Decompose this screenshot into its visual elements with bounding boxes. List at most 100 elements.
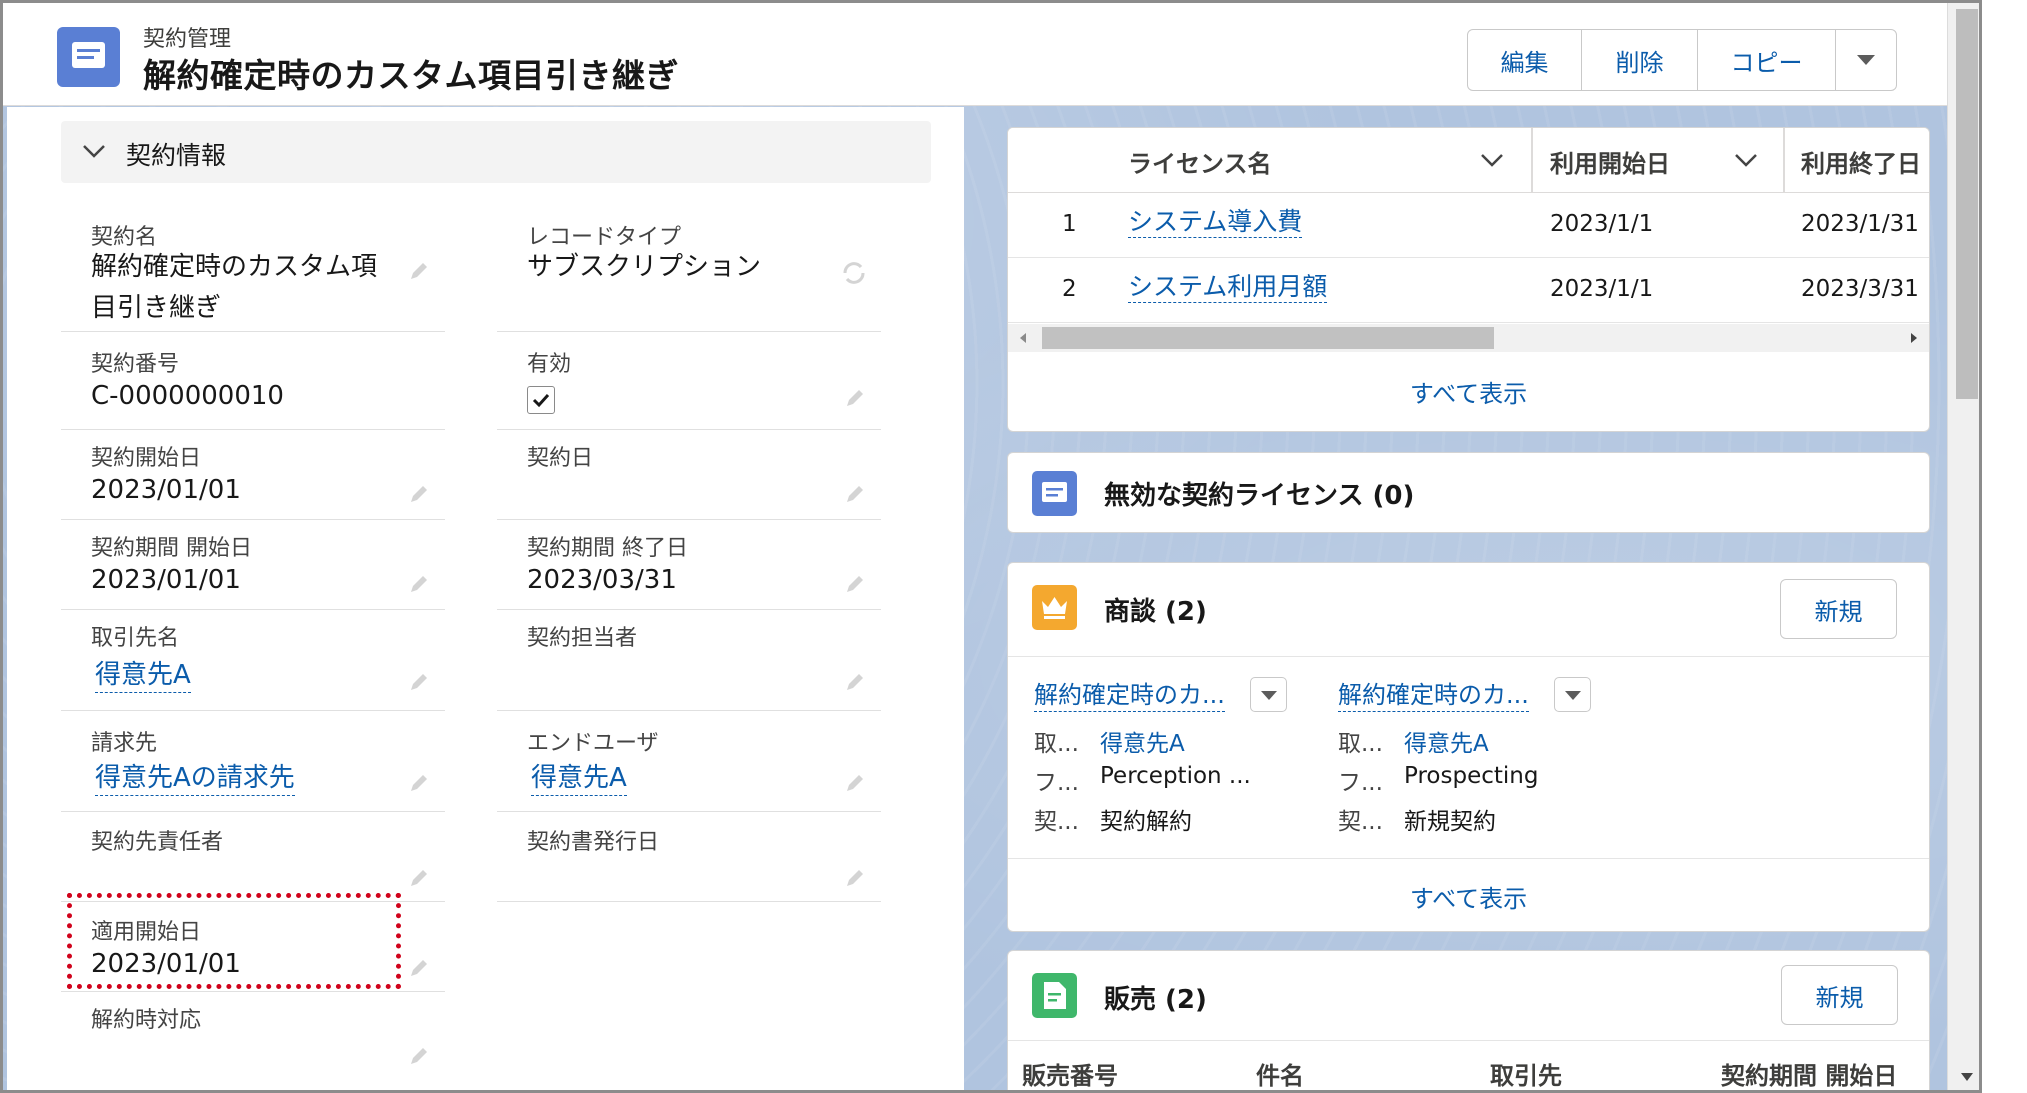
section-header[interactable]: 契約情報 [61,121,931,183]
contract-icon [1032,471,1077,516]
contract-icon [57,27,120,87]
pencil-icon[interactable] [843,386,867,410]
delete-button[interactable]: 削除 [1582,30,1698,90]
field-term-start: 契約期間 開始日 2023/01/01 [61,520,445,610]
field-value: 目引き継ぎ [91,293,222,323]
pencil-icon[interactable] [407,956,431,980]
column-header-sales-number[interactable]: 販売番号 [1022,1056,1118,1090]
field-label: 契約書発行日 [527,830,660,855]
card-title[interactable]: 販売 (2) [1104,979,1207,1016]
table-header: ライセンス名 利用開始日 利用終了日 [1008,128,1929,193]
field-label: 契約担当者 [527,626,638,651]
opportunity-tile: 解約確定時のカ... 取... 得意先A フ... Prospecting 契.… [1338,671,1638,835]
opportunity-name-link[interactable]: 解約確定時のカ... [1338,679,1529,712]
account-link[interactable]: 得意先A [1404,724,1489,758]
license-name-link[interactable]: システム導入費 [1128,207,1303,238]
account-link[interactable]: 得意先A [1100,724,1185,758]
check-icon [532,393,550,408]
scrollbar-thumb[interactable] [1956,9,1978,399]
field-contract-name: 契約名 解約確定時のカスタム項 目引き継ぎ [61,207,445,332]
new-opportunity-button[interactable]: 新規 [1780,579,1897,639]
scroll-down-icon[interactable] [1960,1072,1974,1082]
scrollbar-thumb[interactable] [1042,327,1494,349]
bill-to-link[interactable]: 得意先Aの請求先 [95,761,295,796]
field-label: 契約開始日 [91,446,202,471]
field-label: 有効 [527,352,572,377]
edit-button[interactable]: 編集 [1468,30,1582,90]
pencil-icon[interactable] [843,482,867,506]
chevron-down-icon [83,145,105,158]
row-number: 2 [1062,276,1077,302]
pencil-icon[interactable] [843,866,867,890]
inactive-license-card: 無効な契約ライセンス (0) [1007,452,1930,533]
table-row: 2 システム利用月額 2023/1/1 2023/3/31 [1008,258,1929,323]
scroll-left-icon[interactable] [1018,332,1028,344]
opportunity-name-link[interactable]: 解約確定時のカ... [1034,679,1225,712]
field-value: サブスクリプション [527,252,762,282]
chevron-down-icon[interactable] [1480,152,1504,168]
field-value: 2023/01/01 [91,475,241,505]
horizontal-scrollbar[interactable] [1008,324,1929,352]
row-number: 1 [1062,211,1077,237]
column-header-license-name[interactable]: ライセンス名 [1128,144,1272,179]
action-button-group: 編集 削除 コピー [1467,29,1897,91]
view-all-link[interactable]: すべて表示 [1008,374,1929,409]
pencil-icon[interactable] [843,670,867,694]
chevron-down-icon [1565,691,1581,700]
license-related-list: ライセンス名 利用開始日 利用終了日 1 システム導入費 2023/1/1 20… [1007,127,1930,432]
field-label: 契約番号 [91,352,180,377]
row-actions-button[interactable] [1554,677,1591,712]
more-actions-button[interactable] [1836,30,1896,90]
pencil-icon[interactable] [407,670,431,694]
section-label: 契約情報 [126,141,227,170]
divider [1008,1040,1929,1041]
vertical-scrollbar[interactable] [1947,3,1979,1090]
pencil-icon[interactable] [843,771,867,795]
field-contract-start: 契約開始日 2023/01/01 [61,430,445,520]
record-header: 契約管理 解約確定時のカスタム項目引き継ぎ 編集 削除 コピー [3,3,1947,106]
scroll-right-icon[interactable] [1909,332,1919,344]
field-value: 契約解約 [1100,809,1192,835]
field-contact: 契約担当者 [497,610,881,711]
pencil-icon[interactable] [407,1044,431,1068]
field-label: 契約期間 開始日 [91,536,252,561]
field-label: フ... [1338,770,1383,796]
field-contract-date: 契約日 [497,430,881,520]
field-record-type: レコードタイプ サブスクリプション [497,207,881,332]
pencil-icon[interactable] [407,482,431,506]
end-date-cell: 2023/3/31 [1801,276,1919,302]
field-contract-number: 契約番号 C-0000000010 [61,336,445,430]
start-date-cell: 2023/1/1 [1550,276,1654,302]
pencil-icon[interactable] [407,771,431,795]
field-value: 新規契約 [1404,809,1496,835]
pencil-icon[interactable] [407,259,431,283]
pencil-icon[interactable] [407,866,431,890]
field-bill-to: 請求先 得意先Aの請求先 [61,711,445,812]
field-value: C-0000000010 [91,381,284,411]
field-term-end: 契約期間 終了日 2023/03/31 [497,520,881,610]
field-label: 請求先 [91,731,158,756]
chevron-down-icon[interactable] [1734,152,1758,168]
card-title[interactable]: 商談 (2) [1104,591,1207,628]
pencil-icon[interactable] [407,572,431,596]
field-active: 有効 [497,336,881,430]
change-record-type-icon[interactable] [841,261,867,285]
active-checkbox [527,386,555,414]
row-actions-button[interactable] [1250,677,1287,712]
view-all-link[interactable]: すべて表示 [1008,879,1929,914]
end-user-link[interactable]: 得意先A [531,761,627,796]
column-header-account[interactable]: 取引先 [1490,1056,1562,1090]
pencil-icon[interactable] [843,572,867,596]
account-link[interactable]: 得意先A [95,658,191,693]
column-header-term-start[interactable]: 契約期間 開始日 [1721,1056,1897,1090]
sales-card: 販売 (2) 新規 販売番号 件名 取引先 契約期間 開始日 [1007,950,1930,1090]
new-sales-button[interactable]: 新規 [1781,965,1898,1025]
copy-button[interactable]: コピー [1698,30,1836,90]
field-label: 取引先名 [91,626,180,651]
card-title[interactable]: 無効な契約ライセンス (0) [1104,475,1414,512]
field-value: Prospecting [1404,763,1539,789]
license-name-link[interactable]: システム利用月額 [1128,272,1328,303]
column-header-subject[interactable]: 件名 [1256,1056,1304,1090]
column-header-start-date[interactable]: 利用開始日 [1550,144,1670,179]
column-header-end-date[interactable]: 利用終了日 [1801,144,1921,179]
